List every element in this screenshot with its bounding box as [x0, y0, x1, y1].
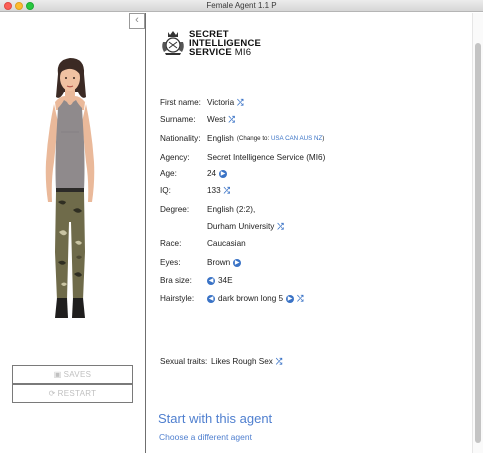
arrow-left-circle-icon[interactable]: ◀ [207, 276, 215, 285]
nationality-value: English [207, 134, 234, 143]
degree-label: Degree: [160, 205, 190, 214]
surname-value: West [207, 115, 226, 124]
sexual-traits-label: Sexual traits: [160, 357, 208, 366]
shuffle-icon[interactable]: ⤮ [276, 356, 282, 367]
arrow-left-circle-icon[interactable]: ◀ [207, 294, 215, 303]
mi6-logo: SECRET INTELLIGENCE SERVICE MI6 [160, 30, 270, 58]
change-suffix: ) [322, 135, 325, 142]
nationality-option-usa[interactable]: USA [271, 135, 283, 142]
agency-value: Secret Intelligence Service (MI6) [207, 153, 326, 162]
bra-size-label: Bra size: [160, 276, 192, 285]
save-icon: ▣ [53, 370, 62, 379]
shuffle-icon[interactable]: ⤮ [237, 97, 243, 108]
arrow-right-circle-icon[interactable]: ▶ [286, 294, 295, 303]
age-label: Age: [160, 169, 177, 178]
change-prefix: (Change to: [236, 135, 270, 142]
collapse-pane-button[interactable]: ‹ [129, 13, 145, 29]
shuffle-icon[interactable]: ⤮ [277, 221, 283, 232]
degree-value: English (2:2), [207, 205, 256, 214]
first-name-label: First name: [160, 98, 201, 107]
eyes-value: Brown [207, 258, 231, 267]
nationality-option-nz[interactable]: NZ [314, 135, 322, 142]
surname-label: Surname: [160, 115, 196, 124]
shuffle-icon[interactable]: ⤮ [297, 293, 303, 304]
eyes-label: Eyes: [160, 258, 181, 267]
hairstyle-value: dark brown long 5 [218, 294, 284, 303]
degree-university-value: Durham University [207, 222, 275, 231]
nationality-option-can[interactable]: CAN [285, 135, 298, 142]
age-value: 24 [207, 169, 217, 178]
nationality-change-note: (Change to: USA CAN AUS NZ) [237, 133, 324, 144]
hairstyle-label: Hairstyle: [160, 294, 195, 303]
shuffle-icon[interactable]: ⤮ [229, 114, 235, 125]
iq-label: IQ: [160, 186, 171, 195]
arrow-right-circle-icon[interactable]: ▶ [233, 258, 242, 267]
window-titlebar: Female Agent 1.1 P [0, 0, 483, 12]
saves-button[interactable]: ▣ SAVES [12, 365, 133, 384]
choose-different-agent-link[interactable]: Choose a different agent [159, 432, 252, 442]
logo-service-text: SERVICE [189, 47, 232, 58]
scrollbar-thumb[interactable] [475, 43, 481, 443]
restart-button[interactable]: ⟳ RESTART [12, 384, 133, 403]
shuffle-icon[interactable]: ⤮ [224, 185, 230, 196]
vertical-scrollbar[interactable] [472, 13, 483, 453]
window-title: Female Agent 1.1 P [206, 1, 277, 10]
logo-mi6-text: MI6 [234, 47, 252, 58]
race-value: Caucasian [207, 239, 246, 248]
agency-label: Agency: [160, 153, 190, 162]
arrow-right-circle-icon[interactable]: ▶ [219, 169, 228, 178]
agent-avatar-figure [45, 58, 95, 318]
nationality-label: Nationality: [160, 134, 201, 143]
restart-icon: ⟳ [48, 389, 56, 398]
logo-line-service: SERVICE MI6 [189, 47, 252, 58]
saves-button-label: SAVES [63, 370, 92, 379]
race-label: Race: [160, 239, 182, 248]
first-name-value: Victoria [207, 98, 235, 107]
bra-size-value: 34E [218, 276, 233, 285]
royal-crest-icon [162, 31, 184, 55]
restart-button-label: RESTART [57, 389, 97, 398]
nationality-option-aus[interactable]: AUS [300, 135, 313, 142]
iq-value: 133 [207, 186, 221, 195]
sexual-traits-value: Likes Rough Sex [211, 357, 273, 366]
start-with-agent-link[interactable]: Start with this agent [158, 411, 272, 426]
